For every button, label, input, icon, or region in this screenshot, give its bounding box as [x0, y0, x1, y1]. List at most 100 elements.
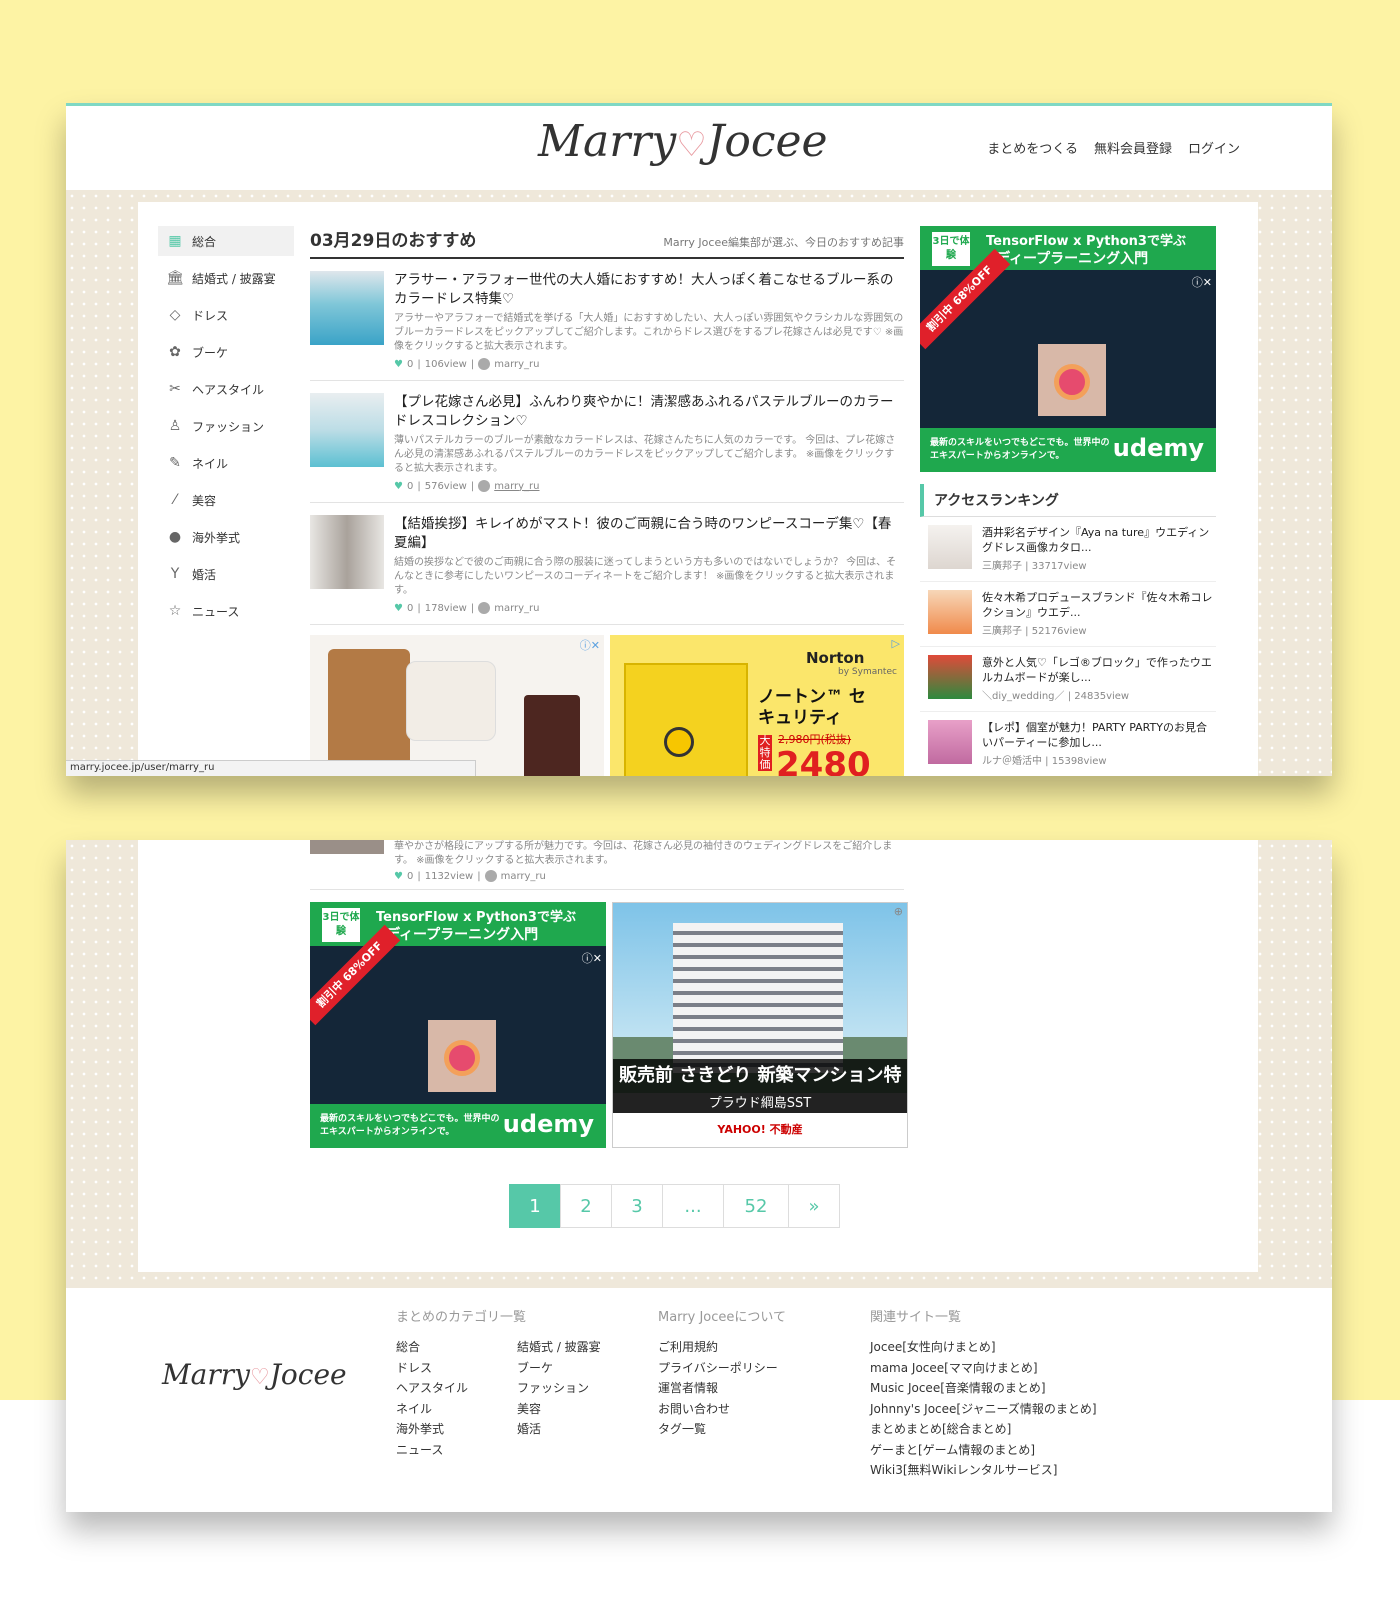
footer-link[interactable]: ご利用規約 [658, 1337, 786, 1358]
page-1-button[interactable]: 1 [509, 1184, 561, 1228]
footer-logo[interactable]: Marry♡Jocee [162, 1358, 347, 1391]
fashion-ad[interactable]: ⓘ✕ [310, 635, 604, 776]
diamond-icon: ◇ [169, 307, 181, 323]
article-thumbnail[interactable] [310, 515, 384, 589]
norton-ad[interactable]: Norton by Symantec ノートン™ セキュリティ 2,980円(税… [610, 635, 904, 776]
real-estate-name: プラウド綱島SST [613, 1093, 907, 1115]
heart-icon[interactable]: ♥ [394, 359, 403, 370]
ad-close-icon[interactable]: ⓘ✕ [580, 637, 600, 653]
footer-link[interactable]: ドレス [396, 1358, 517, 1379]
sidebar-item-wedding[interactable]: 🏛 結婚式 / 披露宴 [158, 263, 294, 293]
footer-link[interactable]: 運営者情報 [658, 1378, 786, 1399]
sidebar-item-fashion[interactable]: ♙ ファッション [158, 411, 294, 441]
footer-link[interactable]: ネイル [396, 1399, 517, 1420]
footer-link[interactable]: タグ一覧 [658, 1419, 786, 1440]
sidebar-item-nail[interactable]: ✎ ネイル [158, 448, 294, 478]
norton-brand: Norton [806, 649, 865, 667]
sidebar-item-general[interactable]: ▦ 総合 [158, 226, 294, 256]
sidebar-item-bouquet[interactable]: ✿ ブーケ [158, 337, 294, 367]
ad-choices-icon[interactable]: ▷ [892, 637, 900, 650]
footer-link[interactable]: 海外挙式 [396, 1419, 517, 1440]
sidebar-item-label: ブーケ [192, 345, 229, 360]
ad-close-icon[interactable]: ⓘ✕ [1192, 274, 1212, 290]
footer-link[interactable]: Wiki3[無料Wikiレンタルサービス] [870, 1460, 1097, 1481]
ranking-item[interactable]: 佐々木希プロデュースブランド『佐々木希コレクション』ウエデ... 三廣邦子 | 5… [920, 582, 1216, 647]
list-item[interactable]: 【結婚挨拶】キレイめがマスト！彼のご両親に合う時のワンピースコーデ集♡【春夏編】… [310, 503, 904, 625]
ranking-item-title[interactable]: 佐々木希プロデュースブランド『佐々木希コレクション』ウエデ... [982, 590, 1216, 620]
footer-link[interactable]: Jocee[女性向けまとめ] [870, 1337, 1097, 1358]
page-52-button[interactable]: 52 [723, 1184, 789, 1228]
udemy-ad[interactable]: 3日で体験 TensorFlow x Python3で学ぶ ディープラーニング入… [310, 902, 606, 1148]
sidebar-item-news[interactable]: ☆ ニュース [158, 596, 294, 626]
heart-icon[interactable]: ♥ [394, 871, 403, 882]
site-logo[interactable]: Marry♡Jocee [538, 116, 858, 178]
footer-link[interactable]: 結婚式 / 披露宴 [517, 1337, 637, 1358]
article-thumbnail[interactable] [310, 840, 384, 854]
footer-link[interactable]: プライバシーポリシー [658, 1358, 786, 1379]
ranking-thumbnail[interactable] [928, 720, 972, 764]
page-2-button[interactable]: 2 [560, 1184, 612, 1228]
heart-icon[interactable]: ♥ [394, 481, 403, 492]
sidebar-item-overseas[interactable]: ● 海外挙式 [158, 522, 294, 552]
page-3-button[interactable]: 3 [611, 1184, 663, 1228]
ad-close-icon[interactable]: ⓘ✕ [582, 950, 602, 966]
article-thumbnail[interactable] [310, 271, 384, 345]
ranking-thumbnail[interactable] [928, 590, 972, 634]
footer-link[interactable]: mama Jocee[ママ向けまとめ] [870, 1358, 1097, 1379]
ranking-item[interactable]: 酒井彩名デザイン『Aya na ture』ウエディングドレス画像カタロ... 三廣… [920, 517, 1216, 582]
create-matome-link[interactable]: まとめをつくる [987, 138, 1078, 157]
meta-separator: | [417, 480, 421, 492]
footer-link[interactable]: ファッション [517, 1378, 637, 1399]
ranking-item[interactable]: 意外と人気♡「レゴ®ブロック」で作ったウエルカムボードが楽し... ＼diy_we… [920, 647, 1216, 712]
heart-logo-icon: ♡ [249, 1365, 270, 1390]
page-subtitle: Marry Jocee編集部が選ぶ、今日のおすすめ記事 [663, 236, 904, 249]
content-area: 華やかさが格段にアップする所が魅力です。今回は、花嫁さん必見の袖付きのウェディン… [138, 840, 1258, 1272]
list-item[interactable]: アラサー・アラフォー世代の大人婚におすすめ！大人っぽく着こなせるブルー系のカラー… [310, 259, 904, 381]
footer-link[interactable]: 総合 [396, 1337, 517, 1358]
sidebar-item-konkatsu[interactable]: Y 婚活 [158, 559, 294, 589]
list-item[interactable]: 【プレ花嫁さん必見】ふんわり爽やかに！清潔感あふれるパステルブルーのカラードレス… [310, 381, 904, 503]
patterned-background: 華やかさが格段にアップする所が魅力です。今回は、花嫁さん必見の袖付きのウェディン… [66, 840, 1332, 1288]
ranking-item-title[interactable]: 【レポ】個室が魅力！PARTY PARTYのお見合いパーティーに参加し... [982, 720, 1216, 750]
ranking-thumbnail[interactable] [928, 525, 972, 569]
avatar [484, 870, 497, 882]
author-link[interactable]: marry_ru [494, 603, 539, 614]
sidebar-item-beauty[interactable]: ⁄ 美容 [158, 485, 294, 515]
ranking-thumbnail[interactable] [928, 655, 972, 699]
real-estate-ad[interactable]: 販売前 さきどり 新築マンション特集 プラウド綱島SST YAHOO! 不動産 … [612, 902, 908, 1148]
udemy-foot-text: 最新のスキルをいつでもどこでも。世界中のエキスパートからオンラインで。 [320, 1114, 500, 1137]
footer-link[interactable]: お問い合わせ [658, 1399, 786, 1420]
article-title[interactable]: アラサー・アラフォー世代の大人婚におすすめ！大人っぽく着こなせるブルー系のカラー… [394, 271, 904, 309]
avatar [478, 480, 491, 492]
ranking-item-title[interactable]: 意外と人気♡「レゴ®ブロック」で作ったウエルカムボードが楽し... [982, 655, 1216, 685]
ad-choices-icon[interactable]: ⊕ [894, 905, 903, 918]
footer-link[interactable]: 美容 [517, 1399, 637, 1420]
article-thumbnail[interactable] [310, 393, 384, 467]
next-page-button[interactable]: » [788, 1184, 840, 1228]
footer-link[interactable]: まとめまとめ[総合まとめ] [870, 1419, 1097, 1440]
udemy-ad[interactable]: 3日で体験 TensorFlow x Python3で学ぶ ディープラーニング入… [920, 226, 1216, 472]
footer-link[interactable]: ニュース [396, 1440, 517, 1461]
udemy-line1: TensorFlow x Python3で学ぶ [376, 910, 576, 925]
list-item[interactable]: 華やかさが格段にアップする所が魅力です。今回は、花嫁さん必見の袖付きのウェディン… [310, 840, 904, 890]
footer-link[interactable]: Music Jocee[音楽情報のまとめ] [870, 1378, 1097, 1399]
article-title[interactable]: 【結婚挨拶】キレイめがマスト！彼のご両親に合う時のワンピースコーデ集♡【春夏編】 [394, 515, 904, 553]
footer-link[interactable]: 婚活 [517, 1419, 637, 1440]
login-link[interactable]: ログイン [1188, 138, 1240, 157]
sidebar-item-dress[interactable]: ◇ ドレス [158, 300, 294, 330]
footer-link[interactable]: Johnny's Jocee[ジャニーズ情報のまとめ] [870, 1399, 1097, 1420]
footer-link[interactable]: ヘアスタイル [396, 1378, 517, 1399]
register-link[interactable]: 無料会員登録 [1094, 138, 1172, 157]
ranking-item[interactable]: 【レポ】個室が魅力！PARTY PARTYのお見合いパーティーに参加し... ルナ… [920, 712, 1216, 776]
heart-icon[interactable]: ♥ [394, 603, 403, 614]
udemy-foot-text: 最新のスキルをいつでもどこでも。世界中のエキスパートからオンラインで。 [930, 438, 1110, 461]
author-link[interactable]: marry_ru [501, 871, 546, 882]
footer-link[interactable]: ゲーまと[ゲーム情報のまとめ] [870, 1440, 1097, 1461]
author-link[interactable]: marry_ru [494, 359, 539, 370]
article-title[interactable]: 【プレ花嫁さん必見】ふんわり爽やかに！清潔感あふれるパステルブルーのカラードレス… [394, 393, 904, 431]
sidebar-item-hairstyle[interactable]: ✂ ヘアスタイル [158, 374, 294, 404]
ranking-item-title[interactable]: 酒井彩名デザイン『Aya na ture』ウエディングドレス画像カタロ... [982, 525, 1216, 555]
logo-left: Marry [538, 116, 677, 167]
author-link[interactable]: marry_ru [494, 481, 539, 492]
footer-link[interactable]: ブーケ [517, 1358, 637, 1379]
